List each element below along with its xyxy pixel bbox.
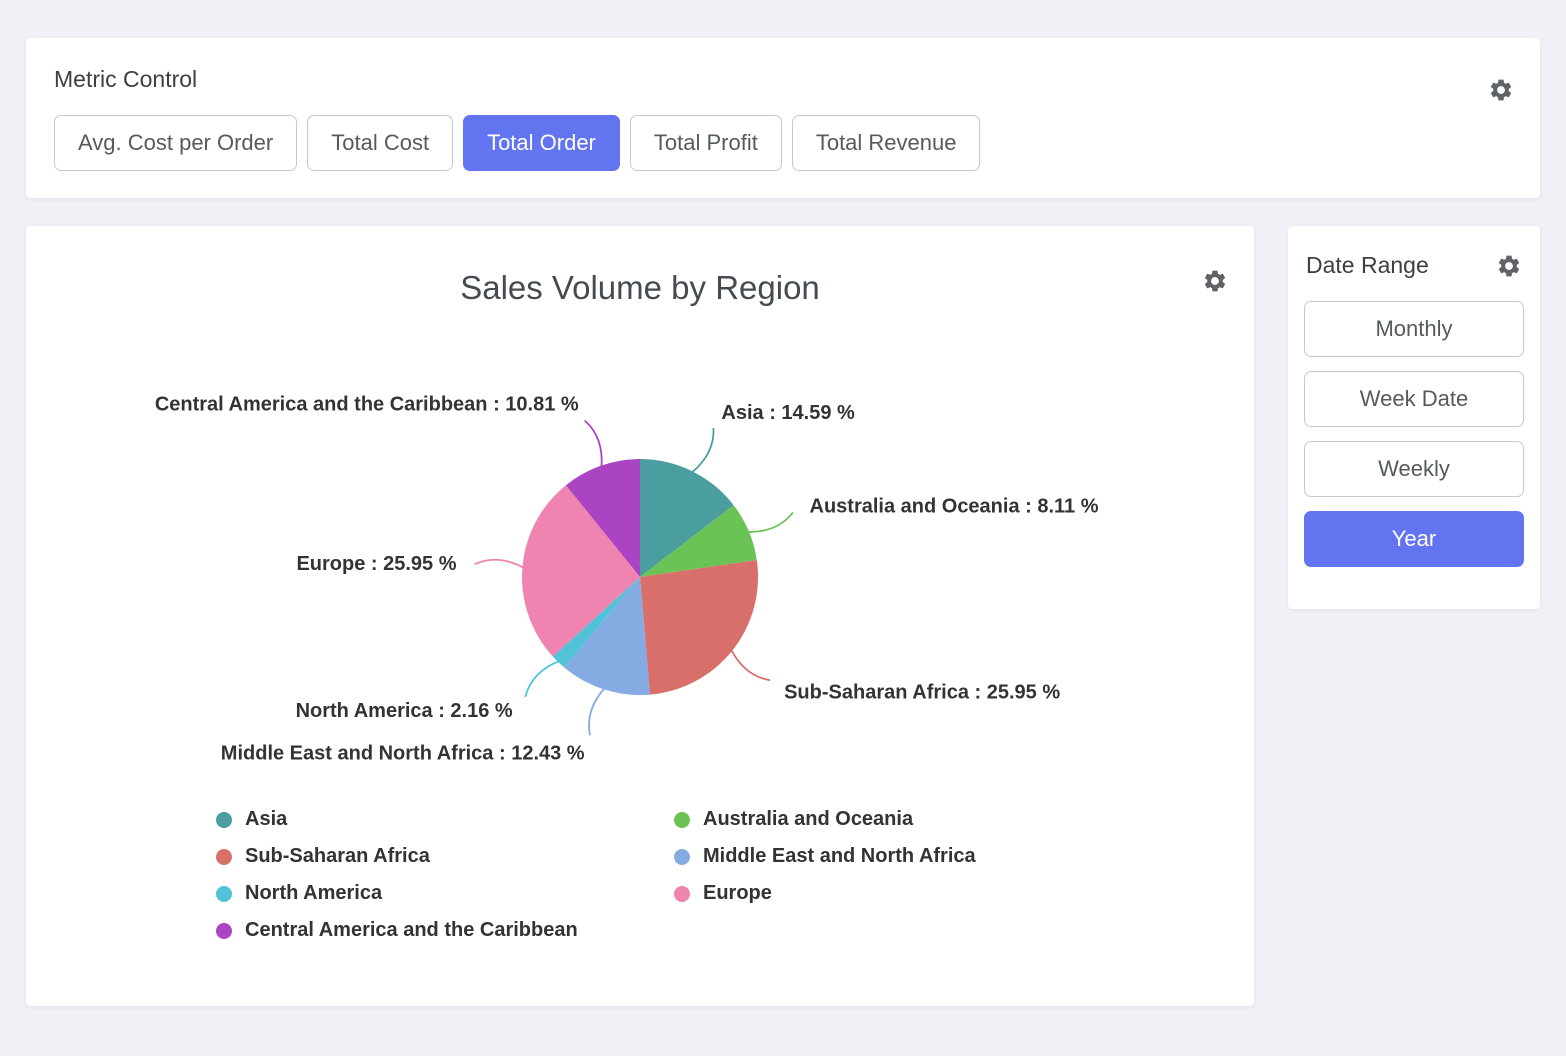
pie-label-australia-and-oceania: Australia and Oceania : 8.11 % [810, 496, 1099, 518]
date-buttons: Monthly Week Date Weekly Year [1304, 301, 1524, 567]
legend-dot [216, 849, 232, 865]
pie-label-asia: Asia : 14.59 % [721, 402, 855, 424]
gear-icon [1496, 253, 1522, 279]
legend-item-europe[interactable]: Europe [674, 882, 1254, 905]
metric-button-total-profit[interactable]: Total Profit [630, 115, 782, 171]
legend-dot [216, 886, 232, 902]
date-range-card: Date Range Monthly Week Date Weekly Year [1288, 226, 1540, 609]
chart-title: Sales Volume by Region [26, 268, 1254, 308]
metric-button-total-order[interactable]: Total Order [463, 115, 620, 171]
gear-icon[interactable] [1202, 268, 1228, 294]
lower-region: Sales Volume by Region Asia : 14.59 % Aus… [26, 226, 1540, 1006]
legend-item-middle-east-and-north-africa[interactable]: Middle East and North Africa [674, 845, 1254, 868]
pie-label-sub-saharan-africa: Sub-Saharan Africa : 25.95 % [784, 681, 1060, 703]
sales-volume-chart-card: Sales Volume by Region Asia : 14.59 % Aus… [26, 226, 1254, 1006]
metric-control-card: Metric Control Avg. Cost per Order Total… [26, 38, 1540, 198]
metric-button-avg-cost-per-order[interactable]: Avg. Cost per Order [54, 115, 297, 171]
pie-leader-line-europe [475, 560, 525, 568]
metric-buttons: Avg. Cost per Order Total Cost Total Ord… [54, 115, 1512, 171]
legend-label: Sub-Saharan Africa [245, 845, 430, 868]
legend-item-sub-saharan-africa[interactable]: Sub-Saharan Africa [216, 845, 674, 868]
pie-leader-line-asia [691, 428, 713, 473]
metric-button-total-cost[interactable]: Total Cost [307, 115, 453, 171]
pie-leader-line-north-america [525, 661, 560, 697]
legend-item-north-america[interactable]: North America [216, 882, 674, 905]
legend-dot [216, 923, 232, 939]
legend-dot [674, 812, 690, 828]
pie-leader-line-australia-and-oceania [747, 513, 793, 532]
pie-label-central-america-and-the-caribbean: Central America and the Caribbean : 10.8… [155, 394, 579, 416]
date-button-monthly[interactable]: Monthly [1304, 301, 1524, 357]
pie-label-north-america: North America : 2.16 % [296, 700, 513, 722]
gear-icon [1202, 268, 1228, 294]
legend-label: Asia [245, 808, 287, 831]
date-button-weekly[interactable]: Weekly [1304, 441, 1524, 497]
gear-icon[interactable] [1488, 77, 1514, 103]
legend-label: Europe [703, 882, 772, 905]
legend-label: Central America and the Caribbean [245, 919, 578, 942]
chart-legend: Asia Australia and Oceania Sub-Saharan Afr… [216, 808, 1254, 942]
pie-leader-line-sub-saharan-africa [731, 649, 770, 680]
date-range-title: Date Range [1306, 252, 1429, 279]
pie-leader-line-central-america-and-the-caribbean [585, 421, 602, 468]
pie-chart[interactable]: Asia : 14.59 % Australia and Oceania : 8.… [26, 312, 1254, 792]
dashboard-page: Metric Control Avg. Cost per Order Total… [0, 0, 1566, 1044]
gear-icon [1488, 77, 1514, 103]
legend-item-australia-and-oceania[interactable]: Australia and Oceania [674, 808, 1254, 831]
legend-item-asia[interactable]: Asia [216, 808, 674, 831]
legend-dot [216, 812, 232, 828]
metric-control-title: Metric Control [54, 66, 1512, 93]
date-range-header: Date Range [1306, 252, 1522, 279]
legend-dot [674, 849, 690, 865]
pie-label-middle-east-and-north-africa: Middle East and North Africa : 12.43 % [221, 743, 585, 765]
pie-leader-line-middle-east-and-north-africa [589, 688, 605, 736]
legend-dot [674, 886, 690, 902]
pie-label-europe: Europe : 25.95 % [296, 553, 456, 575]
date-button-year[interactable]: Year [1304, 511, 1524, 567]
legend-label: North America [245, 882, 382, 905]
legend-item-central-america-and-the-caribbean[interactable]: Central America and the Caribbean [216, 919, 674, 942]
gear-icon[interactable] [1496, 253, 1522, 279]
metric-button-total-revenue[interactable]: Total Revenue [792, 115, 981, 171]
pie-slice-sub-saharan-africa[interactable] [640, 560, 758, 695]
legend-label: Middle East and North Africa [703, 845, 976, 868]
legend-label: Australia and Oceania [703, 808, 913, 831]
date-button-week-date[interactable]: Week Date [1304, 371, 1524, 427]
